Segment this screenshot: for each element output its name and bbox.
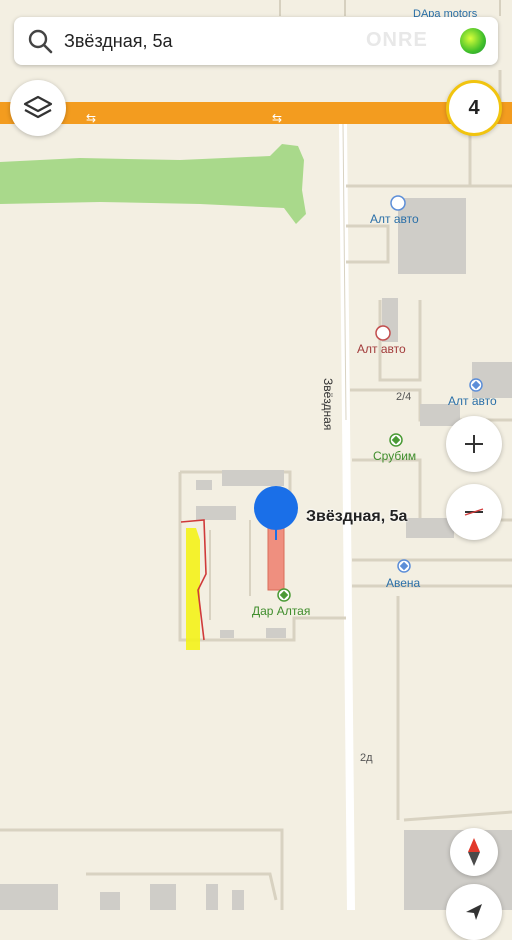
watermark-text: ONRE: [366, 29, 428, 51]
layers-button[interactable]: [10, 80, 66, 136]
street-label-zvezdnaya: Звёздная: [321, 378, 335, 431]
plus-icon: [465, 435, 483, 453]
search-bar[interactable]: Звёздная, 5а ONRE: [14, 17, 498, 65]
zoom-out-button[interactable]: [446, 484, 502, 540]
svg-text:⇆: ⇆: [272, 111, 282, 125]
compass-icon: [468, 838, 480, 866]
fuel-icon: [390, 195, 406, 211]
poi-label-dar-altaya[interactable]: Дар Алтая: [252, 604, 310, 618]
compass-button[interactable]: [450, 828, 498, 876]
minus-icon: [464, 508, 484, 516]
alice-assistant-icon[interactable]: [460, 28, 486, 54]
poi-label-avena[interactable]: Авена: [386, 576, 420, 590]
search-icon[interactable]: [26, 27, 54, 55]
map-background: [0, 0, 512, 910]
navigation-arrow-icon: [466, 904, 482, 920]
poi-label-alt-avto-1[interactable]: Алт авто: [370, 212, 419, 226]
poi-label-alt-avto-2[interactable]: Алт авто: [357, 342, 406, 356]
navigation-button[interactable]: [446, 884, 502, 940]
layers-icon: [23, 95, 53, 119]
zoom-in-button[interactable]: [446, 416, 502, 472]
svg-text:⇆: ⇆: [86, 111, 96, 125]
poi-label-srubim[interactable]: Срубим: [373, 449, 416, 463]
traffic-level-button[interactable]: 4: [446, 80, 502, 136]
house-number-2d: 2д: [360, 752, 373, 764]
poi-label-alt-avto-3[interactable]: Алт авто: [448, 394, 497, 408]
map-canvas[interactable]: ⇆ ⇆: [0, 0, 512, 910]
main-road: [0, 102, 512, 124]
house-number-2-4: 2/4: [396, 391, 412, 403]
pin-address-label: Звёздная, 5а: [306, 508, 408, 525]
service-icon: [375, 325, 391, 341]
